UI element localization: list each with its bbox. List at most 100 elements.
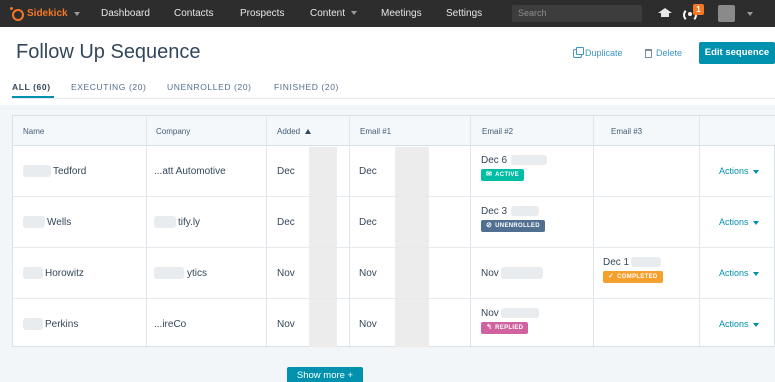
- page-title: Follow Up Sequence: [16, 41, 201, 63]
- company-name: ytics: [187, 268, 207, 279]
- email2-date: Dec 3: [481, 206, 508, 217]
- show-more-button[interactable]: Show more +: [287, 367, 363, 382]
- chevron-down-icon[interactable]: [747, 12, 753, 16]
- edit-sequence-button[interactable]: Edit sequence: [699, 42, 775, 64]
- duplicate-icon: [573, 46, 584, 58]
- status-badge-label: REPLIED: [495, 325, 524, 331]
- company-name: ...att Automotive: [154, 166, 226, 177]
- email1-date: Dec: [359, 217, 377, 228]
- chevron-down-icon: [351, 11, 358, 16]
- actions-label: Actions: [719, 319, 749, 329]
- redacted-text: [501, 308, 539, 318]
- actions-dropdown[interactable]: Actions: [719, 217, 759, 227]
- tab-unenrolled[interactable]: UNENROLLED (20): [167, 82, 252, 92]
- nav-item-prospects[interactable]: Prospects: [240, 8, 284, 19]
- table-row[interactable]: Wells tify.ly Dec Dec Dec 3 ⊘ UNENROLLED …: [13, 197, 775, 248]
- duplicate-button[interactable]: Duplicate: [573, 46, 623, 58]
- table-row[interactable]: Tedford ...att Automotive Dec Dec Dec 6 …: [13, 146, 775, 197]
- nav-item-content[interactable]: Content: [310, 8, 358, 19]
- contacts-table: Name Company Added Email #1 Email #2 Ema…: [12, 115, 775, 350]
- redacted-text: [23, 267, 43, 279]
- nav-item-settings[interactable]: Settings: [446, 8, 482, 19]
- actions-dropdown[interactable]: Actions: [719, 166, 759, 176]
- trash-icon: [645, 48, 652, 58]
- sort-up-icon: [305, 129, 312, 135]
- email2-date: Nov: [481, 268, 499, 279]
- table-row[interactable]: Perkins ...ireCo Nov Nov Nov ↰ REPLIED Ac…: [13, 299, 775, 350]
- contact-name[interactable]: Perkins: [45, 319, 78, 330]
- contact-name[interactable]: Tedford: [53, 166, 86, 177]
- redacted-text: [23, 318, 43, 330]
- table-header: Name Company Added Email #1 Email #2 Ema…: [13, 116, 775, 146]
- email2-date: Dec 6: [481, 155, 508, 166]
- added-date: Nov: [277, 319, 295, 330]
- redacted-text: [501, 267, 543, 279]
- chevron-down-icon: [752, 322, 759, 327]
- table-row[interactable]: Horowitz ytics Nov Nov Nov Dec 1 ✓ COMPLE…: [13, 248, 775, 299]
- mail-icon: ✉: [486, 171, 493, 178]
- contact-name[interactable]: Wells: [47, 217, 71, 228]
- top-navigation-bar: Sidekick Dashboard Contacts Prospects Co…: [0, 0, 775, 27]
- status-badge: ⊘ UNENROLLED: [481, 220, 545, 232]
- chevron-down-icon: [752, 169, 759, 174]
- redacted-text: [511, 155, 547, 165]
- actions-dropdown[interactable]: Actions: [719, 319, 759, 329]
- nav-item-meetings[interactable]: Meetings: [381, 8, 422, 19]
- status-badge: ✓ COMPLETED: [603, 271, 663, 283]
- company-name: tify.ly: [178, 217, 201, 228]
- status-badge-label: UNENROLLED: [495, 223, 540, 229]
- email3-date: Dec 1: [603, 257, 630, 268]
- actions-label: Actions: [719, 268, 749, 278]
- brand-menu[interactable]: Sidekick: [10, 6, 90, 21]
- avatar[interactable]: [718, 5, 735, 22]
- nav-item-contacts[interactable]: Contacts: [174, 8, 213, 19]
- column-header-email3[interactable]: Email #3: [611, 127, 642, 136]
- search-input[interactable]: Search: [512, 5, 642, 22]
- chevron-down-icon: [752, 271, 759, 276]
- status-badge-label: ACTIVE: [495, 172, 519, 178]
- added-date: Dec: [277, 217, 295, 228]
- actions-label: Actions: [719, 217, 749, 227]
- stop-icon: ⊘: [486, 222, 493, 229]
- tab-divider: [12, 98, 775, 99]
- nav-item-dashboard[interactable]: Dashboard: [101, 8, 150, 19]
- column-header-company[interactable]: Company: [156, 127, 190, 136]
- added-date: Dec: [277, 166, 295, 177]
- notification-badge: 1: [693, 4, 704, 15]
- search-placeholder: Search: [518, 8, 547, 18]
- redacted-text: [154, 267, 184, 279]
- reply-icon: ↰: [486, 324, 493, 331]
- contact-name[interactable]: Horowitz: [45, 268, 84, 279]
- check-icon: ✓: [608, 273, 615, 280]
- status-badge: ↰ REPLIED: [481, 322, 529, 334]
- column-header-email2[interactable]: Email #2: [482, 127, 513, 136]
- chevron-down-icon: [73, 11, 80, 16]
- tab-finished[interactable]: FINISHED (20): [274, 82, 339, 92]
- brand-label: Sidekick: [27, 8, 68, 19]
- delete-label: Delete: [656, 48, 683, 58]
- chevron-down-icon: [752, 220, 759, 225]
- column-header-email1[interactable]: Email #1: [360, 127, 391, 136]
- redacted-text: [511, 206, 539, 216]
- status-badge: ✉ ACTIVE: [481, 169, 524, 181]
- added-date: Nov: [277, 268, 295, 279]
- delete-button[interactable]: Delete: [645, 48, 682, 58]
- actions-dropdown[interactable]: Actions: [719, 268, 759, 278]
- email1-date: Dec: [359, 166, 377, 177]
- email2-date: Nov: [481, 308, 499, 319]
- tab-all[interactable]: ALL (60): [12, 82, 51, 92]
- actions-label: Actions: [719, 166, 749, 176]
- nav-item-content-label: Content: [310, 8, 346, 19]
- column-header-added[interactable]: Added: [277, 127, 312, 136]
- email1-date: Nov: [359, 319, 377, 330]
- graduation-cap-icon[interactable]: [657, 8, 673, 18]
- redacted-text: [23, 216, 45, 228]
- redacted-text: [631, 257, 661, 267]
- redacted-text: [154, 216, 176, 228]
- status-badge-label: COMPLETED: [617, 274, 658, 280]
- tab-executing[interactable]: EXECUTING (20): [71, 82, 146, 92]
- column-header-name[interactable]: Name: [23, 127, 44, 136]
- email1-date: Nov: [359, 268, 377, 279]
- column-header-added-label: Added: [277, 127, 301, 136]
- sidekick-logo-icon: [10, 6, 24, 21]
